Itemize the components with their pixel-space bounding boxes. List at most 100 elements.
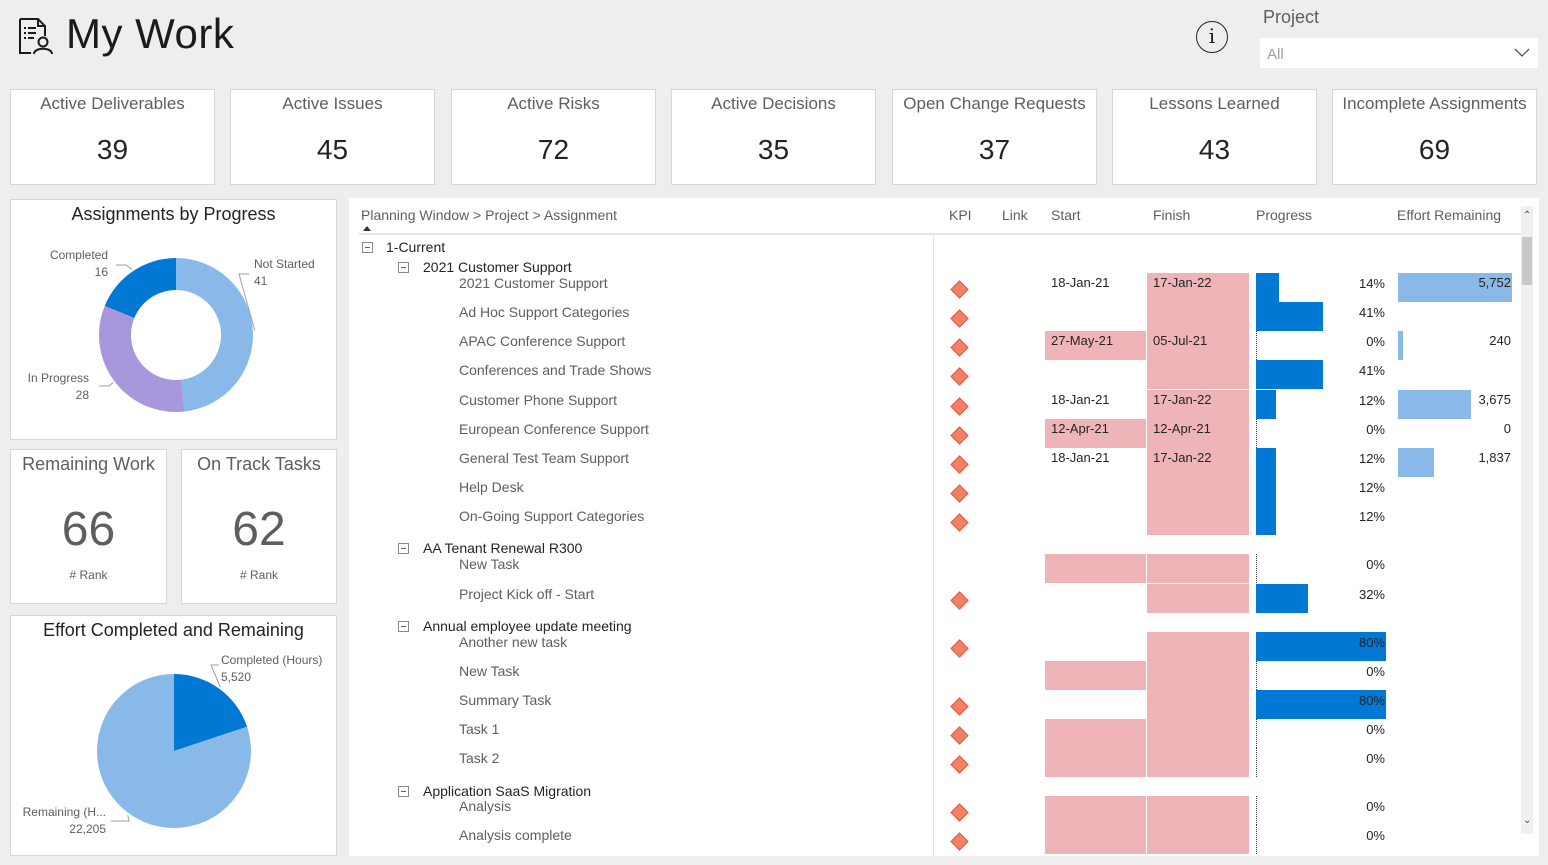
kpi-indicator-icon bbox=[950, 397, 969, 416]
progress-axis bbox=[1256, 554, 1257, 583]
effort-remaining-bar bbox=[1398, 448, 1435, 477]
project-slicer-label: Project bbox=[1263, 7, 1320, 27]
progress-axis bbox=[1256, 825, 1257, 854]
progress-percent: 0% bbox=[1366, 557, 1385, 572]
assignment-row[interactable]: Project Kick off - Start 32% bbox=[349, 584, 1519, 615]
finish-late-highlight bbox=[1147, 825, 1249, 854]
finish-late-highlight bbox=[1147, 302, 1249, 331]
card-title: On Track Tasks bbox=[197, 454, 321, 474]
progress-percent: 0% bbox=[1366, 751, 1385, 766]
pie-slice-in-progress[interactable] bbox=[98, 305, 185, 412]
scrollbar-thumb[interactable] bbox=[1522, 237, 1532, 285]
scroll-up-icon[interactable]: ⌃ bbox=[1523, 210, 1531, 221]
assignment-name: APAC Conference Support bbox=[459, 333, 626, 349]
finish-late-highlight bbox=[1147, 360, 1249, 389]
donut-chart: Not Started 41 In Progress 28 Completed 16 bbox=[28, 248, 315, 412]
project-name: Application SaaS Migration bbox=[423, 783, 592, 799]
start-late-highlight bbox=[1045, 554, 1146, 583]
kpi-indicator-icon bbox=[950, 832, 969, 851]
effort-remaining-value: 1,837 bbox=[1478, 450, 1511, 465]
progress-percent: 80% bbox=[1358, 635, 1385, 650]
kpi-indicator-icon bbox=[950, 755, 969, 774]
assignment-name: 2021 Customer Support bbox=[459, 275, 608, 291]
progress-bar bbox=[1256, 584, 1308, 613]
assignment-row[interactable]: On-Going Support Categories 12% bbox=[349, 506, 1519, 537]
start-late-highlight bbox=[1045, 825, 1146, 854]
assignment-row[interactable]: Conferences and Trade Shows 41% bbox=[349, 360, 1519, 391]
assignment-row[interactable]: Analysis 0% bbox=[349, 796, 1519, 827]
assignment-row[interactable]: Ad Hoc Support Categories 41% bbox=[349, 302, 1519, 333]
scroll-down-icon[interactable]: ⌄ bbox=[1523, 815, 1531, 826]
project-name: 2021 Customer Support bbox=[423, 259, 572, 275]
finish-date: 12-Apr-21 bbox=[1153, 421, 1211, 436]
page-title: My Work bbox=[66, 10, 235, 57]
assignment-row[interactable]: New Task 0% bbox=[349, 661, 1519, 692]
kpi-indicator-icon bbox=[950, 455, 969, 474]
collapse-icon[interactable] bbox=[398, 262, 409, 273]
assignment-row[interactable]: General Test Team Support 18-Jan-21 17-Jan… bbox=[349, 448, 1519, 479]
progress-bar bbox=[1256, 506, 1276, 535]
kpi-card-active-decisions: Active Decisions 35 bbox=[671, 89, 876, 185]
card-subtitle: # Rank bbox=[69, 568, 108, 582]
card-title: Remaining Work bbox=[22, 454, 155, 474]
progress-percent: 14% bbox=[1358, 276, 1385, 291]
report-user-icon bbox=[19, 18, 53, 55]
progress-bar bbox=[1256, 360, 1323, 389]
collapse-icon[interactable] bbox=[362, 242, 373, 253]
progress-percent: 41% bbox=[1358, 305, 1385, 320]
assignment-row[interactable]: Task 1 0% bbox=[349, 719, 1519, 750]
collapse-icon[interactable] bbox=[398, 786, 409, 797]
progress-percent: 80% bbox=[1358, 693, 1385, 708]
finish-date: 17-Jan-22 bbox=[1153, 392, 1212, 407]
kpi-label: Open Change Requests bbox=[903, 94, 1086, 113]
progress-axis bbox=[1256, 796, 1257, 825]
collapse-icon[interactable] bbox=[398, 543, 409, 554]
progress-bar bbox=[1256, 448, 1276, 477]
assignment-row[interactable]: European Conference Support 12-Apr-21 12-A… bbox=[349, 419, 1519, 450]
kpi-indicator-icon bbox=[950, 426, 969, 445]
assignment-name: Customer Phone Support bbox=[459, 392, 617, 408]
progress-axis bbox=[1256, 748, 1257, 777]
assignment-row[interactable]: Customer Phone Support 18-Jan-21 17-Jan-22… bbox=[349, 390, 1519, 421]
progress-bar bbox=[1256, 273, 1279, 302]
kpi-value: 45 bbox=[316, 134, 349, 165]
progress-axis bbox=[1256, 661, 1257, 690]
start-date: 27-May-21 bbox=[1051, 333, 1114, 348]
effort-completed-remaining-chart: Effort Completed and Remaining Completed… bbox=[10, 615, 337, 856]
assignment-row[interactable]: Analysis complete 0% bbox=[349, 825, 1519, 856]
assignment-row[interactable]: Another new task 80% bbox=[349, 632, 1519, 663]
progress-percent: 0% bbox=[1366, 722, 1385, 737]
assignment-row[interactable]: New Task 0% bbox=[349, 554, 1519, 585]
assignment-name: Project Kick off - Start bbox=[459, 586, 595, 602]
kpi-value: 39 bbox=[96, 134, 129, 165]
kpi-indicator-icon bbox=[950, 591, 969, 610]
start-date: 18-Jan-21 bbox=[1051, 275, 1110, 290]
effort-remaining-value: 5,752 bbox=[1478, 275, 1511, 290]
progress-percent: 41% bbox=[1358, 363, 1385, 378]
assignment-row[interactable]: Help Desk 12% bbox=[349, 477, 1519, 508]
progress-percent: 0% bbox=[1366, 334, 1385, 349]
assignment-row[interactable]: Summary Task 80% bbox=[349, 690, 1519, 721]
finish-date: 05-Jul-21 bbox=[1153, 333, 1208, 348]
pie-chart: Completed (Hours) 5,520 Remaining (H... 22,… bbox=[23, 653, 323, 836]
assignment-row[interactable]: 2021 Customer Support 18-Jan-21 17-Jan-22 1… bbox=[349, 273, 1519, 304]
kpi-value: 37 bbox=[978, 134, 1011, 165]
matrix-scrollbar[interactable] bbox=[1521, 206, 1533, 834]
kpi-value: 35 bbox=[757, 134, 790, 165]
project-slicer-dropdown[interactable]: All bbox=[1260, 38, 1538, 68]
effort-remaining-bar bbox=[1398, 331, 1403, 360]
kpi-card-lessons-learned: Lessons Learned 43 bbox=[1112, 89, 1317, 185]
assignment-name: Another new task bbox=[459, 634, 568, 650]
assignment-row[interactable]: APAC Conference Support 27-May-21 05-Jul-2… bbox=[349, 331, 1519, 362]
finish-late-highlight bbox=[1147, 690, 1249, 719]
finish-late-highlight bbox=[1147, 719, 1249, 748]
kpi-indicator-icon bbox=[950, 309, 969, 328]
info-icon[interactable]: i bbox=[1196, 21, 1228, 53]
assignment-row[interactable]: Task 2 0% bbox=[349, 748, 1519, 779]
kpi-card-active-risks: Active Risks 72 bbox=[451, 89, 656, 185]
collapse-icon[interactable] bbox=[398, 621, 409, 632]
slice-label: In Progress bbox=[28, 371, 89, 385]
card-value: 62 bbox=[232, 503, 286, 556]
chevron-down-icon bbox=[1514, 48, 1530, 57]
pie-slice-completed[interactable] bbox=[104, 258, 176, 318]
